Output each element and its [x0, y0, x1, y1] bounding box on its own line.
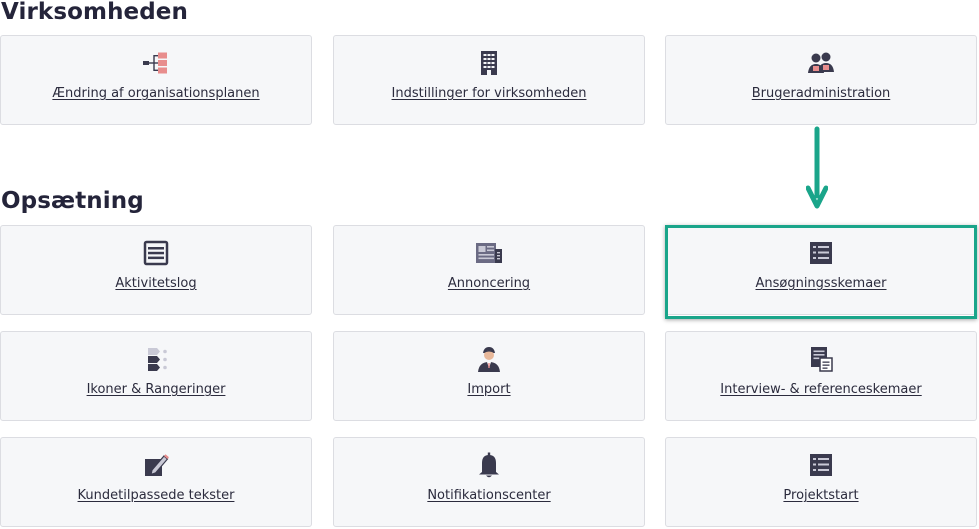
- section-title-virksomheden: Virksomheden: [1, 0, 188, 25]
- card-label: Brugeradministration: [751, 86, 891, 101]
- settings-page: Virksomheden Ændring af organisationspla…: [0, 0, 979, 529]
- card-label: Interview- & referenceskemaer: [720, 382, 922, 397]
- document-icon: [806, 344, 836, 374]
- card-brugeradministration[interactable]: Brugeradministration: [665, 35, 977, 125]
- person-icon: [474, 344, 504, 374]
- card-label: Projektstart: [783, 488, 859, 503]
- card-label: Notifikationscenter: [427, 488, 551, 503]
- card-label: Kundetilpassede tekster: [77, 488, 235, 503]
- card-label: Ikoner & Rangeringer: [86, 382, 226, 397]
- card-label: Aktivitetslog: [115, 276, 197, 291]
- org-chart-icon: [141, 48, 171, 78]
- ranking-icon: [141, 344, 171, 374]
- card-projektstart[interactable]: Projektstart: [665, 437, 977, 527]
- form-icon: [806, 450, 836, 480]
- users-icon: [806, 48, 836, 78]
- card-indstillinger-virksomhed[interactable]: Indstillinger for virksomheden: [333, 35, 645, 125]
- card-label: Ansøgningsskemaer: [755, 276, 887, 291]
- card-kundetilpassede-tekster[interactable]: Kundetilpassede tekster: [0, 437, 312, 527]
- card-label: Import: [467, 382, 511, 397]
- card-annoncering[interactable]: Annoncering: [333, 225, 645, 315]
- card-ikoner-rangeringer[interactable]: Ikoner & Rangeringer: [0, 331, 312, 421]
- section-title-opsaetning: Opsætning: [1, 188, 144, 214]
- card-import[interactable]: Import: [333, 331, 645, 421]
- card-interview-referenceskemaer[interactable]: Interview- & referenceskemaer: [665, 331, 977, 421]
- card-aktivitetslog[interactable]: Aktivitetslog: [0, 225, 312, 315]
- card-label: Ændring af organisationsplanen: [52, 86, 260, 101]
- arrow-down-icon: [806, 126, 828, 209]
- form-icon: [806, 238, 836, 268]
- newspaper-icon: [474, 238, 504, 268]
- edit-icon: [141, 450, 171, 480]
- card-label: Indstillinger for virksomheden: [391, 86, 587, 101]
- card-notifikationscenter[interactable]: Notifikationscenter: [333, 437, 645, 527]
- card-label: Annoncering: [447, 276, 531, 291]
- building-icon: [474, 48, 504, 78]
- card-aendring-organisationsplan[interactable]: Ændring af organisationsplanen: [0, 35, 312, 125]
- card-ansoegningsskemaer[interactable]: Ansøgningsskemaer: [665, 225, 977, 315]
- bell-icon: [474, 450, 504, 480]
- list-icon: [141, 238, 171, 268]
